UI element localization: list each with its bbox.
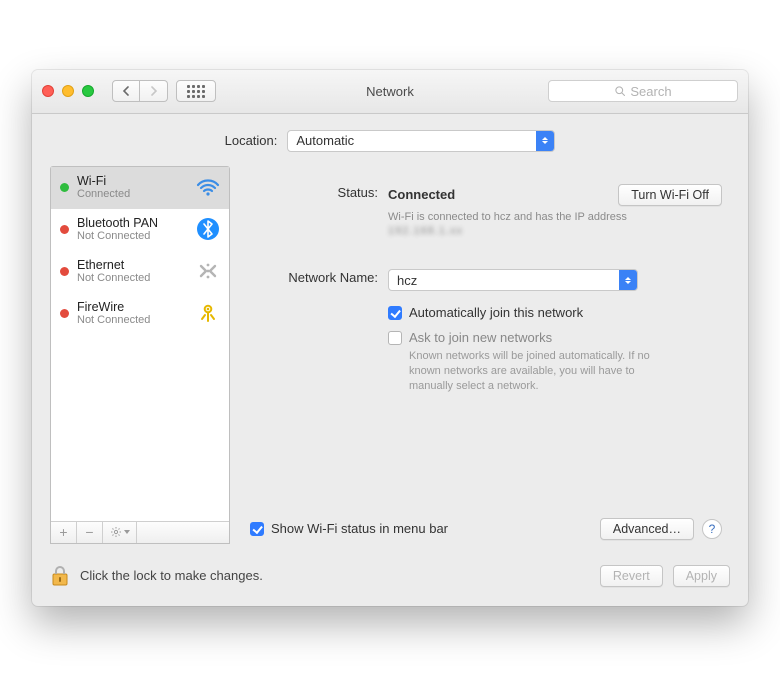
advanced-button[interactable]: Advanced… — [600, 518, 694, 540]
service-status: Not Connected — [77, 272, 187, 285]
search-placeholder: Search — [630, 84, 671, 99]
network-name-value: hcz — [397, 273, 417, 288]
show-status-label: Show Wi-Fi status in menu bar — [271, 521, 448, 536]
lock-text: Click the lock to make changes. — [80, 568, 263, 583]
status-value: Connected — [388, 187, 455, 202]
service-list: Wi-Fi Connected Bluetooth PAN Not Connec… — [50, 166, 230, 544]
status-label: Status: — [250, 184, 378, 240]
search-icon — [614, 85, 626, 97]
grid-icon — [187, 85, 205, 98]
status-description: Wi-Fi is connected to hcz and has the IP… — [388, 210, 688, 240]
search-field[interactable]: Search — [548, 80, 738, 102]
status-dot-icon — [60, 309, 69, 318]
select-arrows-icon — [536, 131, 554, 151]
revert-button[interactable]: Revert — [600, 565, 663, 587]
show-all-button[interactable] — [176, 80, 216, 102]
network-name-select[interactable]: hcz — [388, 269, 638, 291]
wifi-toggle-button[interactable]: Turn Wi-Fi Off — [618, 184, 722, 206]
lock-icon — [50, 564, 70, 588]
wifi-icon — [195, 174, 221, 200]
location-select[interactable]: Automatic — [287, 130, 555, 152]
auto-join-label: Automatically join this network — [409, 305, 583, 320]
close-button[interactable] — [42, 85, 54, 97]
forward-button[interactable] — [140, 80, 168, 102]
bluetooth-icon — [195, 216, 221, 242]
nav-back-forward — [112, 80, 168, 102]
titlebar: Network Search — [32, 70, 748, 114]
service-item-wifi[interactable]: Wi-Fi Connected — [51, 167, 229, 209]
service-name: Bluetooth PAN — [77, 216, 187, 230]
window-controls — [42, 85, 94, 97]
service-name: FireWire — [77, 300, 187, 314]
body: Wi-Fi Connected Bluetooth PAN Not Connec… — [32, 166, 748, 558]
ask-join-checkbox[interactable] — [388, 331, 402, 345]
service-list-items: Wi-Fi Connected Bluetooth PAN Not Connec… — [51, 167, 229, 521]
chevron-right-icon — [150, 86, 158, 96]
select-arrows-icon — [619, 270, 637, 290]
auto-join-checkbox[interactable] — [388, 306, 402, 320]
service-status: Not Connected — [77, 314, 187, 327]
footer: Click the lock to make changes. Revert A… — [32, 558, 748, 606]
service-status: Connected — [77, 188, 187, 201]
detail-panel: Status: Connected Turn Wi-Fi Off Wi-Fi i… — [244, 166, 730, 544]
ask-join-hint: Known networks will be joined automatica… — [409, 349, 669, 394]
show-status-checkbox[interactable] — [250, 522, 264, 536]
location-row: Location: Automatic — [32, 114, 748, 166]
firewire-icon — [195, 300, 221, 326]
network-name-label: Network Name: — [250, 269, 378, 394]
back-button[interactable] — [112, 80, 140, 102]
service-name: Ethernet — [77, 258, 187, 272]
service-item-ethernet[interactable]: Ethernet Not Connected — [51, 251, 229, 293]
service-actions-menu[interactable] — [103, 522, 137, 543]
minimize-button[interactable] — [62, 85, 74, 97]
chevron-left-icon — [122, 86, 130, 96]
service-list-footer: + − — [51, 521, 229, 543]
apply-button[interactable]: Apply — [673, 565, 730, 587]
location-value: Automatic — [296, 133, 354, 148]
ask-join-label: Ask to join new networks — [409, 330, 552, 345]
status-dot-icon — [60, 225, 69, 234]
gear-icon — [110, 526, 122, 538]
network-prefs-window: Network Search Location: Automatic Wi-Fi — [32, 70, 748, 606]
add-service-button[interactable]: + — [51, 522, 77, 543]
help-button[interactable]: ? — [702, 519, 722, 539]
service-name: Wi-Fi — [77, 174, 187, 188]
service-item-firewire[interactable]: FireWire Not Connected — [51, 293, 229, 335]
status-dot-icon — [60, 267, 69, 276]
lock-button[interactable] — [50, 564, 70, 588]
remove-service-button[interactable]: − — [77, 522, 103, 543]
location-label: Location: — [225, 133, 278, 148]
service-status: Not Connected — [77, 230, 187, 243]
ip-address-redacted: 192.168.1.xx — [388, 225, 463, 237]
zoom-button[interactable] — [82, 85, 94, 97]
status-dot-icon — [60, 183, 69, 192]
ethernet-icon — [195, 258, 221, 284]
service-item-bluetooth[interactable]: Bluetooth PAN Not Connected — [51, 209, 229, 251]
